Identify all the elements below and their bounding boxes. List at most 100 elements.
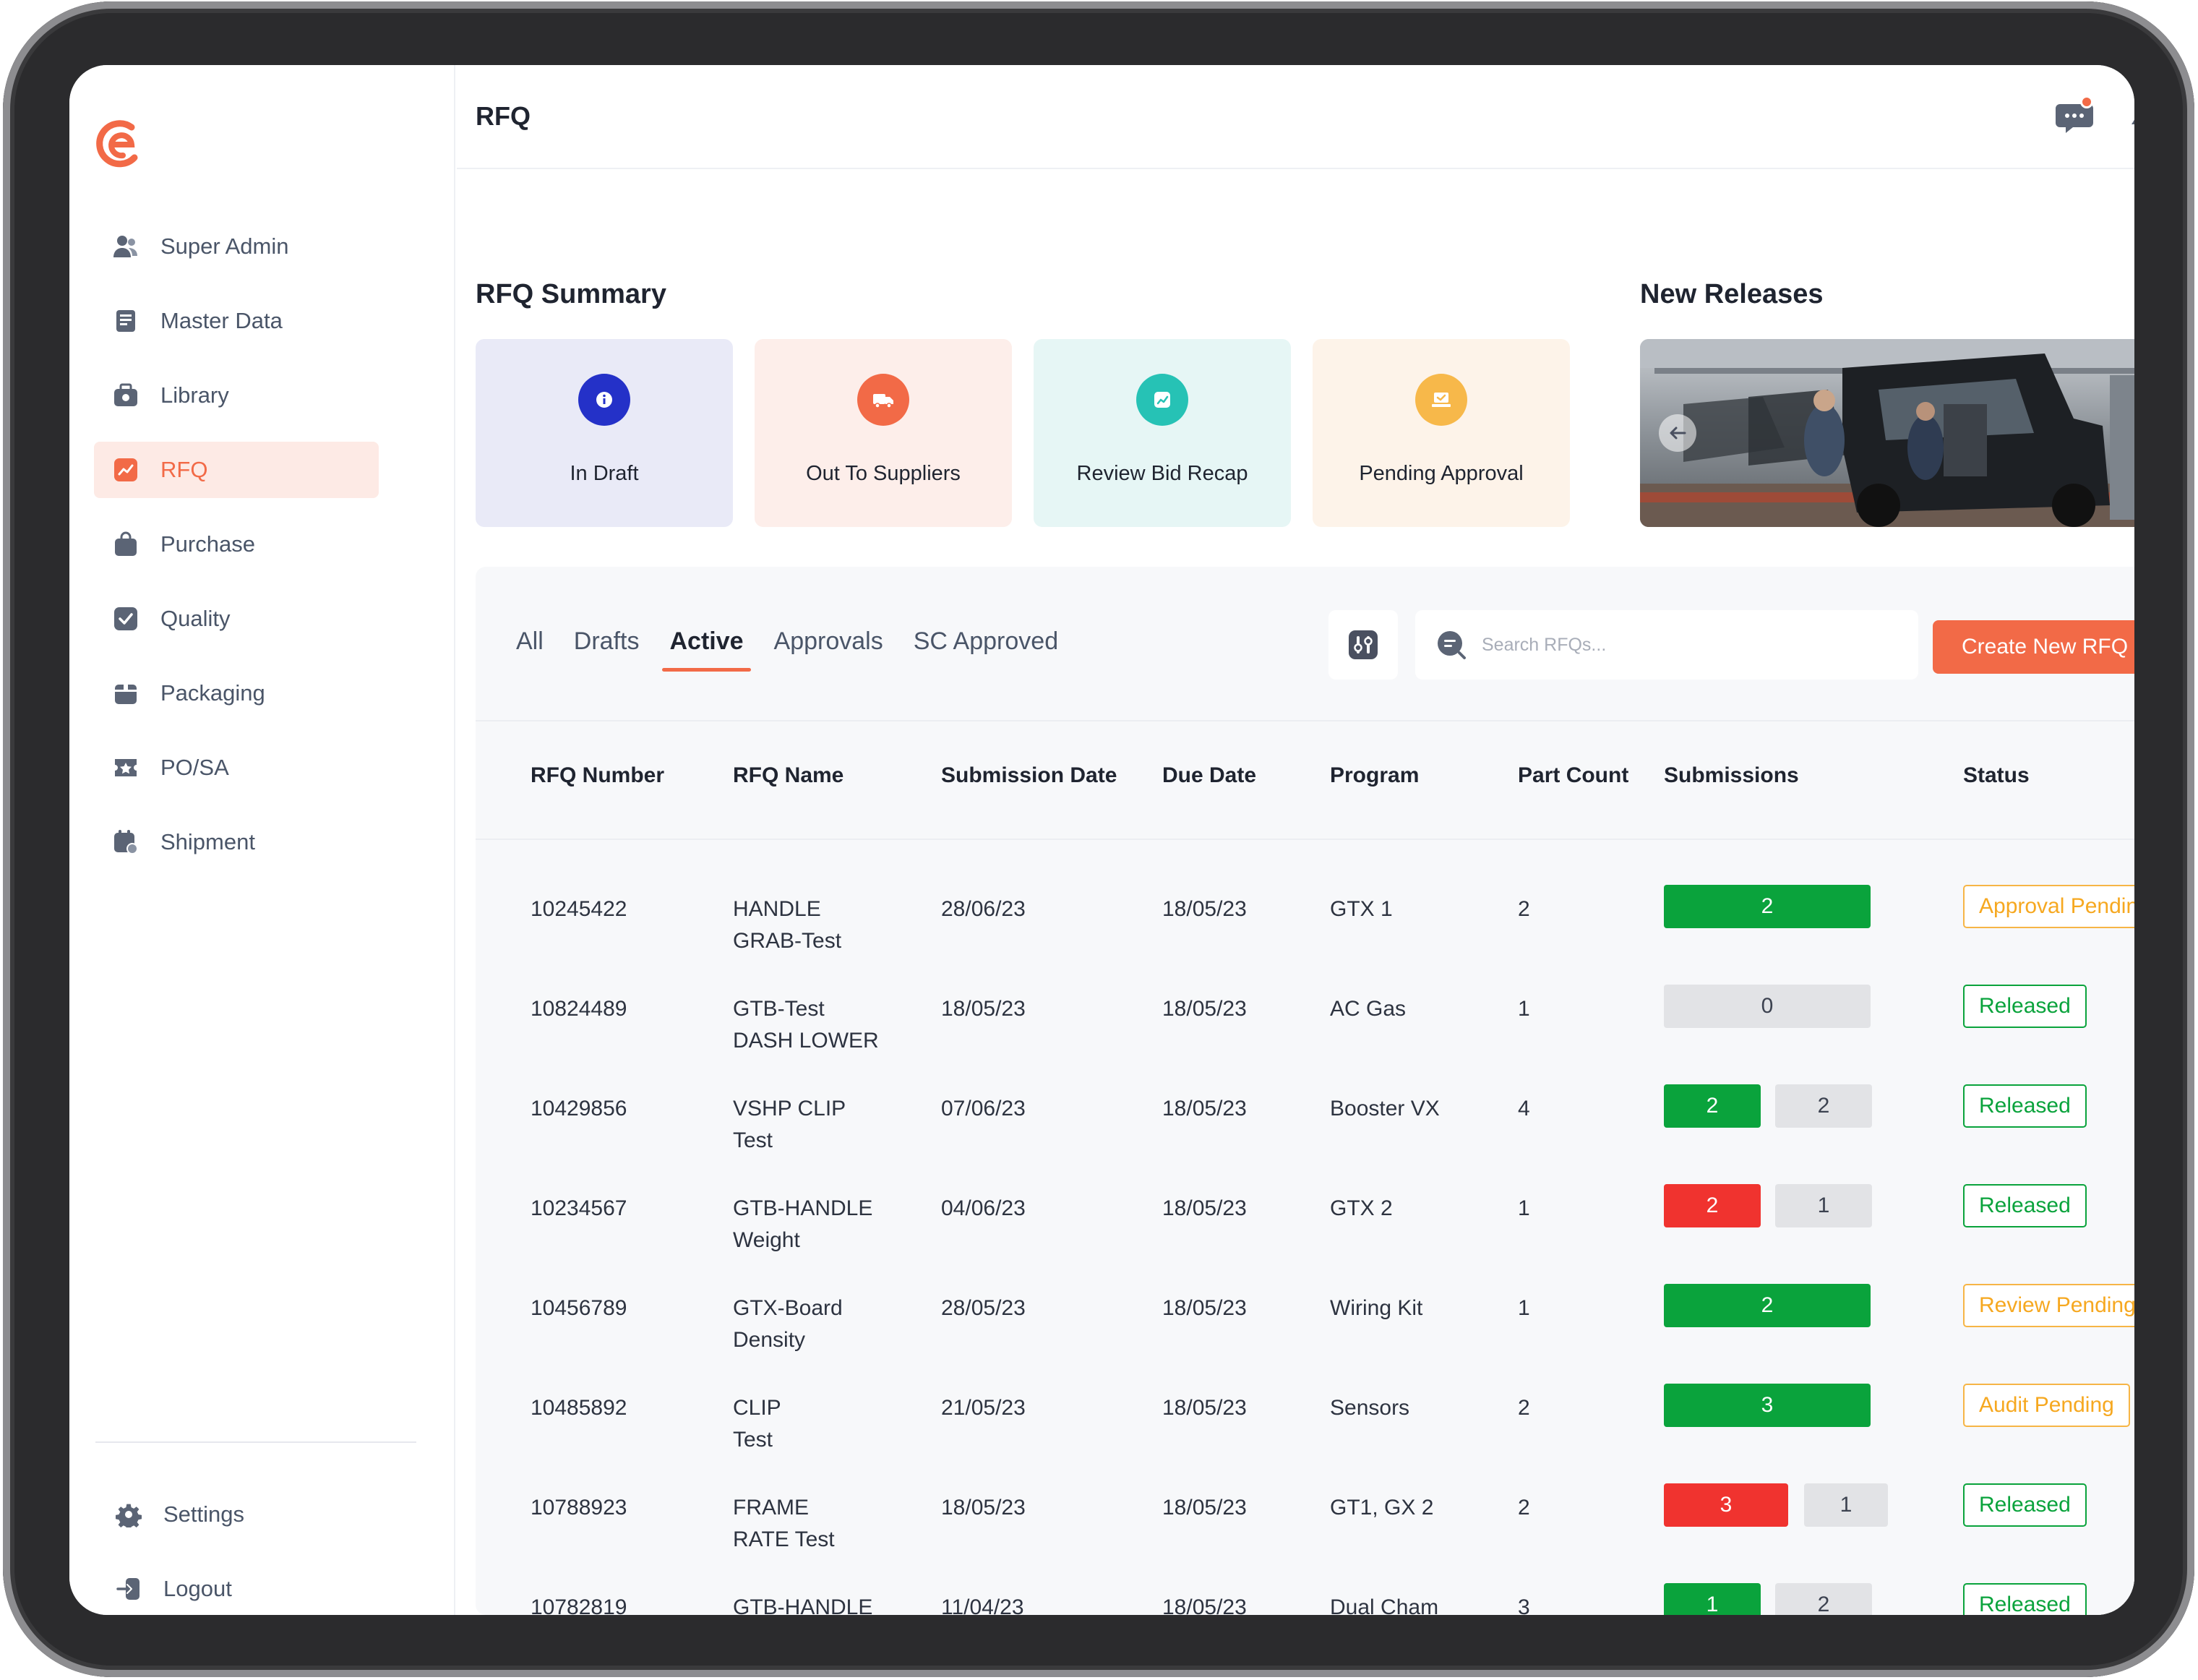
part-count-cell: 1 xyxy=(1518,1296,1530,1320)
submission-count-badge[interactable]: 1 xyxy=(1775,1184,1872,1227)
sidebar-item-packaging[interactable]: Packaging xyxy=(94,665,379,721)
status-badge: Review Pending xyxy=(1963,1284,2134,1327)
rfq-number-cell: 10824489 xyxy=(531,997,627,1021)
status-badge: Approval Pending xyxy=(1963,885,2134,928)
status-badge: Released xyxy=(1963,985,2087,1028)
sidebar-item-library[interactable]: Library xyxy=(94,367,379,424)
search-input[interactable] xyxy=(1482,634,1886,656)
submission-count-badge[interactable]: 3 xyxy=(1664,1384,1871,1427)
table-row[interactable]: 10245422 HANDLE GRAB-Test 28/06/23 18/05/23 G… xyxy=(476,885,2134,993)
program-cell: AC Gas xyxy=(1330,997,1407,1021)
column-header-program[interactable]: Program xyxy=(1330,763,1419,788)
program-cell: GT1, GX 2 xyxy=(1330,1496,1434,1520)
sidebar-item-posa[interactable]: PO/SA xyxy=(94,740,379,796)
tab-active[interactable]: Active xyxy=(662,627,751,672)
filter-sliders-icon xyxy=(1349,630,1378,659)
program-cell: Wiring Kit xyxy=(1330,1296,1423,1320)
sidebar-item-label: Super Admin xyxy=(160,233,289,259)
part-count-cell: 3 xyxy=(1518,1595,1530,1615)
sidebar-item-rfq[interactable]: RFQ xyxy=(94,442,379,498)
submission-count-badge[interactable]: 3 xyxy=(1664,1483,1788,1527)
submission-count-badge[interactable]: 1 xyxy=(1804,1483,1888,1527)
program-cell: Booster VX xyxy=(1330,1097,1440,1120)
submission-count-badge[interactable]: 2 xyxy=(1775,1583,1872,1615)
summary-card-in-draft[interactable]: In Draft xyxy=(476,339,733,527)
chat-icon[interactable] xyxy=(2053,94,2096,137)
column-header-status[interactable]: Status xyxy=(1963,763,2030,788)
sidebar-item-settings[interactable]: Settings xyxy=(94,1486,379,1543)
info-icon xyxy=(578,374,630,426)
column-header-due-date[interactable]: Due Date xyxy=(1162,763,1256,788)
sidebar-item-label: Logout xyxy=(163,1576,232,1601)
table-row[interactable]: 10824489 GTB-Test DASH LOWER 18/05/23 18/05/… xyxy=(476,985,2134,1093)
submission-count-badge[interactable]: 2 xyxy=(1664,1184,1761,1227)
table-row[interactable]: 10782819 GTB-HANDLETest1 11/04/23 18/05/23 D… xyxy=(476,1583,2134,1615)
submission-count-badge[interactable]: 1 xyxy=(1664,1583,1761,1615)
due-date-cell: 18/05/23 xyxy=(1162,1595,1247,1615)
package-icon xyxy=(111,679,140,708)
due-date-cell: 18/05/23 xyxy=(1162,1196,1247,1220)
new-releases-image[interactable] xyxy=(1640,339,2134,527)
summary-card-out-to-suppliers[interactable]: Out To Suppliers xyxy=(755,339,1012,527)
status-badge: Released xyxy=(1963,1483,2087,1527)
sidebar-item-master-data[interactable]: Master Data xyxy=(94,293,379,349)
rfq-name-line: Test xyxy=(733,1128,773,1152)
summary-card-label: Pending Approval xyxy=(1359,462,1524,485)
table-row[interactable]: 10788923 FRAME RATE Test 18/05/23 18/05/23 GT… xyxy=(476,1483,2134,1592)
summary-card-pending-approval[interactable]: Pending Approval xyxy=(1313,339,1570,527)
tab-drafts[interactable]: Drafts xyxy=(574,627,640,656)
due-date-cell: 18/05/23 xyxy=(1162,897,1247,921)
rfq-name-line: GTB-Test xyxy=(733,997,825,1021)
table-row[interactable]: 10456789 GTX-Board Density 28/05/23 18/05/23… xyxy=(476,1284,2134,1392)
column-header-submissions[interactable]: Submissions xyxy=(1664,763,1799,788)
sidebar-item-logout[interactable]: Logout xyxy=(94,1561,379,1615)
status-badge: Released xyxy=(1963,1084,2087,1128)
rfq-name-line: Test xyxy=(733,1428,773,1452)
column-header-rfq-name[interactable]: RFQ Name xyxy=(733,763,843,788)
table-row[interactable]: 10429856 VSHP CLIP Test 07/06/23 18/05/23 Boo… xyxy=(476,1084,2134,1193)
column-header-part-count[interactable]: Part Count xyxy=(1518,763,1628,788)
rfq-name-line: FRAME xyxy=(733,1496,809,1520)
rfq-name-cell: GTB-HANDLE Weight xyxy=(733,1193,906,1256)
submission-count-badge[interactable]: 2 xyxy=(1664,885,1871,928)
due-date-cell: 18/05/23 xyxy=(1162,1396,1247,1420)
rfq-name-cell: HANDLE GRAB-Test xyxy=(733,893,906,957)
due-date-cell: 18/05/23 xyxy=(1162,997,1247,1021)
tab-all[interactable]: All xyxy=(516,627,544,656)
submission-date-cell: 21/05/23 xyxy=(941,1396,1026,1420)
sidebar-divider xyxy=(95,1441,416,1443)
rfq-name-line: Weight xyxy=(733,1228,800,1252)
part-count-cell: 2 xyxy=(1518,1396,1530,1420)
part-count-cell: 1 xyxy=(1518,997,1530,1021)
submission-count-badge[interactable]: 0 xyxy=(1664,985,1871,1028)
create-new-rfq-button[interactable]: Create New RFQ xyxy=(1933,620,2134,674)
search-box xyxy=(1415,610,1918,680)
users-icon xyxy=(111,232,140,261)
sidebar-item-shipment[interactable]: Shipment xyxy=(94,814,379,870)
tab-sc-approved[interactable]: SC Approved xyxy=(914,627,1058,656)
column-header-rfq-number[interactable]: RFQ Number xyxy=(531,763,664,788)
submission-count-badge[interactable]: 2 xyxy=(1775,1084,1872,1128)
rfq-name-cell: FRAME RATE Test xyxy=(733,1492,906,1556)
bell-icon[interactable] xyxy=(2124,94,2134,137)
filter-button[interactable] xyxy=(1328,610,1398,680)
sidebar-item-purchase[interactable]: Purchase xyxy=(94,516,379,573)
ticket-icon xyxy=(111,753,140,782)
sidebar-item-quality[interactable]: Quality xyxy=(94,591,379,647)
submission-count-badge[interactable]: 2 xyxy=(1664,1284,1871,1327)
status-badge: Released xyxy=(1963,1184,2087,1227)
table-row[interactable]: 10234567 GTB-HANDLE Weight 04/06/23 18/05/23… xyxy=(476,1184,2134,1293)
summary-card-label: Review Bid Recap xyxy=(1076,462,1248,485)
page-title: RFQ xyxy=(476,101,531,131)
submission-count-badge[interactable]: 2 xyxy=(1664,1084,1761,1128)
sidebar-item-label: Purchase xyxy=(160,531,255,557)
rfq-name-cell: GTB-Test DASH LOWER xyxy=(733,993,906,1057)
column-header-submission-date[interactable]: Submission Date xyxy=(941,763,1117,788)
main-content: RFQ Summary In Draft Out To Suppliers Re… xyxy=(457,171,2134,1615)
rfq-name-line: GTB-HANDLE xyxy=(733,1196,873,1220)
factory-photo xyxy=(1640,339,2134,527)
table-row[interactable]: 10485892 CLIP Test 21/05/23 18/05/23 Sensors 2… xyxy=(476,1384,2134,1492)
sidebar-item-super-admin[interactable]: Super Admin xyxy=(94,218,379,275)
summary-card-review-bid-recap[interactable]: Review Bid Recap xyxy=(1034,339,1291,527)
tab-approvals[interactable]: Approvals xyxy=(774,627,883,656)
